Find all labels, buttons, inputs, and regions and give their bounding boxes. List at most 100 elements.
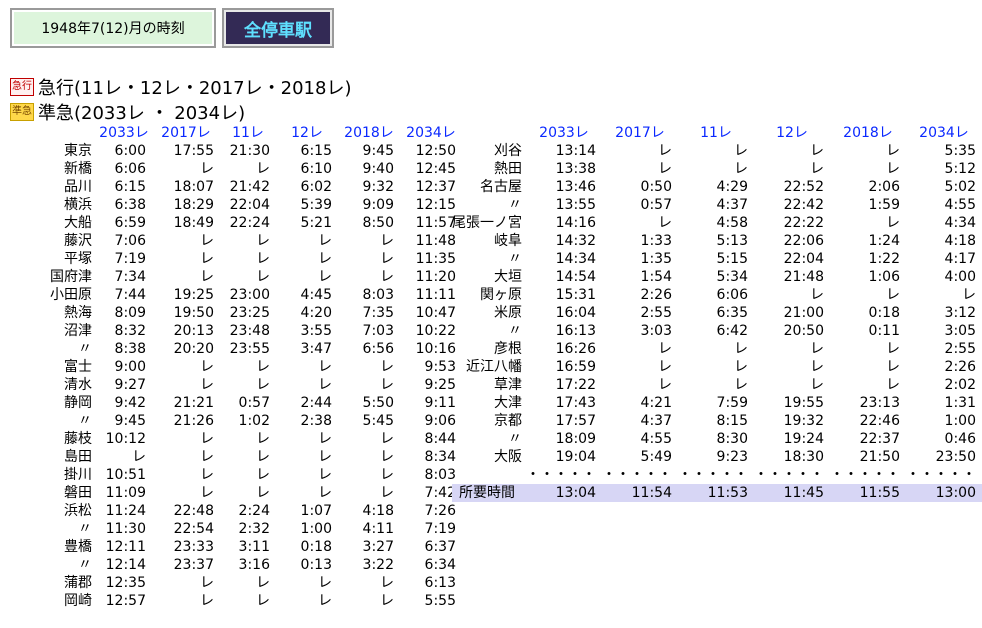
total-time-cell: 11:55	[830, 484, 906, 502]
time-cell: 21:00	[783, 305, 824, 321]
time-cell: 0:46	[944, 431, 976, 447]
time-cell: 7:06	[114, 233, 146, 249]
time-cell: レ	[810, 161, 824, 177]
tab-all-stops[interactable]: 全停車駅	[222, 8, 334, 48]
time-cell: レ	[380, 485, 394, 501]
time-cell: レ	[734, 161, 748, 177]
time-cell: レ	[256, 359, 270, 375]
station-name	[452, 466, 526, 484]
station-name: 岐阜	[494, 233, 522, 249]
time-cell: 18:09	[555, 431, 596, 447]
station-name: 平塚	[64, 251, 92, 267]
time-cell: 18:29	[173, 197, 214, 213]
time-cell: 6:10	[300, 161, 332, 177]
time-cell: 23:25	[229, 305, 270, 321]
train-column-header: 2018レ	[344, 125, 394, 141]
time-cell: レ	[380, 377, 394, 393]
time-cell: レ	[318, 431, 332, 447]
timetable-row: 〃 13:55 0:57 4:37 22:42 1:59 4:55	[452, 196, 982, 214]
station-name: 大阪	[494, 449, 522, 465]
train-column-header: 12レ	[291, 125, 323, 141]
time-cell: 6:02	[300, 179, 332, 195]
time-cell: 14:54	[555, 269, 596, 285]
time-cell: 4:00	[944, 269, 976, 285]
time-cell: 6:15	[114, 179, 146, 195]
legend-semi-express-text: 準急(2033レ ・ 2034レ)	[38, 103, 246, 124]
time-cell: 5:34	[716, 269, 748, 285]
timetable-row: 京都 17:57 4:37 8:15 19:32 22:46 1:00	[452, 412, 982, 430]
time-cell: 23:50	[935, 449, 976, 465]
time-cell: レ	[200, 593, 214, 609]
time-cell: 6:59	[114, 215, 146, 231]
time-cell: 21:50	[859, 449, 900, 465]
timetable-row: 関ヶ原 15:31 2:26 6:06 レ レ レ	[452, 286, 982, 304]
time-cell: レ	[256, 485, 270, 501]
time-cell: 4:17	[944, 251, 976, 267]
time-cell: 5:21	[300, 215, 332, 231]
time-cell: 17:55	[173, 143, 214, 159]
time-cell: ・・・・・	[526, 467, 596, 483]
time-cell: 22:48	[173, 503, 214, 519]
time-cell: 2:02	[944, 377, 976, 393]
time-cell: 11:30	[105, 521, 146, 537]
time-cell: 18:07	[173, 179, 214, 195]
total-time-cell: 11:54	[602, 484, 678, 502]
time-cell: レ	[810, 359, 824, 375]
time-cell: レ	[318, 233, 332, 249]
time-cell: レ	[658, 377, 672, 393]
time-cell: 12:35	[105, 575, 146, 591]
time-cell: 3:16	[238, 557, 270, 573]
time-cell: 23:00	[229, 287, 270, 303]
timetable-row: ・・・・・ ・・・・・ ・・・・・ ・・・・・ ・・・・・ ・・・・・	[452, 466, 982, 484]
time-cell: レ	[318, 377, 332, 393]
time-cell: レ	[256, 233, 270, 249]
time-cell: レ	[200, 431, 214, 447]
time-cell: 8:03	[362, 287, 394, 303]
time-cell: 11:24	[105, 503, 146, 519]
station-name: 熱田	[494, 161, 522, 177]
time-cell: 9:40	[362, 161, 394, 177]
time-cell: レ	[256, 575, 270, 591]
time-cell: 3:47	[300, 341, 332, 357]
station-name: 品川	[64, 179, 92, 195]
time-cell: 0:11	[868, 323, 900, 339]
timetable-row: 品川 6:15 18:07 21:42 6:02 9:32 12:37	[20, 178, 462, 196]
time-cell: 7:03	[362, 323, 394, 339]
time-cell: 7:35	[362, 305, 394, 321]
time-cell: 2:55	[640, 305, 672, 321]
time-cell: 1:33	[640, 233, 672, 249]
time-cell: 22:06	[783, 233, 824, 249]
time-cell: ・・・・・	[906, 467, 976, 483]
time-cell: 22:46	[859, 413, 900, 429]
time-cell: レ	[318, 485, 332, 501]
time-cell: レ	[200, 575, 214, 591]
station-name: 富士	[64, 359, 92, 375]
time-cell: レ	[886, 215, 900, 231]
time-cell: レ	[658, 143, 672, 159]
time-cell: ・・・・・	[830, 467, 900, 483]
time-cell: 6:06	[114, 161, 146, 177]
time-cell: 12:11	[105, 539, 146, 555]
time-cell: 8:30	[716, 431, 748, 447]
time-cell: レ	[200, 377, 214, 393]
train-column-header: 2033レ	[539, 125, 589, 141]
tab-month-times[interactable]: 1948年7(12)月の時刻	[10, 8, 216, 48]
time-cell: レ	[318, 467, 332, 483]
time-cell: 19:25	[173, 287, 214, 303]
timetable-row: 名古屋 13:46 0:50 4:29 22:52 2:06 5:02	[452, 178, 982, 196]
time-cell: 11:09	[105, 485, 146, 501]
time-cell: 19:04	[555, 449, 596, 465]
time-cell: 0:57	[640, 197, 672, 213]
time-cell: 2:38	[300, 413, 332, 429]
time-cell: 22:04	[783, 251, 824, 267]
time-cell: 8:38	[114, 341, 146, 357]
time-cell: 15:31	[555, 287, 596, 303]
timetable-row: 磐田 11:09 レレレレ 7:42	[20, 484, 462, 502]
timetable-row: 草津 17:22 レ レ レ レ 2:02	[452, 376, 982, 394]
time-cell: 0:18	[868, 305, 900, 321]
time-cell: 16:59	[555, 359, 596, 375]
timetable-row: 刈谷 13:14 レ レ レ レ 5:35	[452, 142, 982, 160]
station-name: 〃	[508, 197, 522, 213]
time-cell: 0:57	[238, 395, 270, 411]
time-cell: 7:44	[114, 287, 146, 303]
